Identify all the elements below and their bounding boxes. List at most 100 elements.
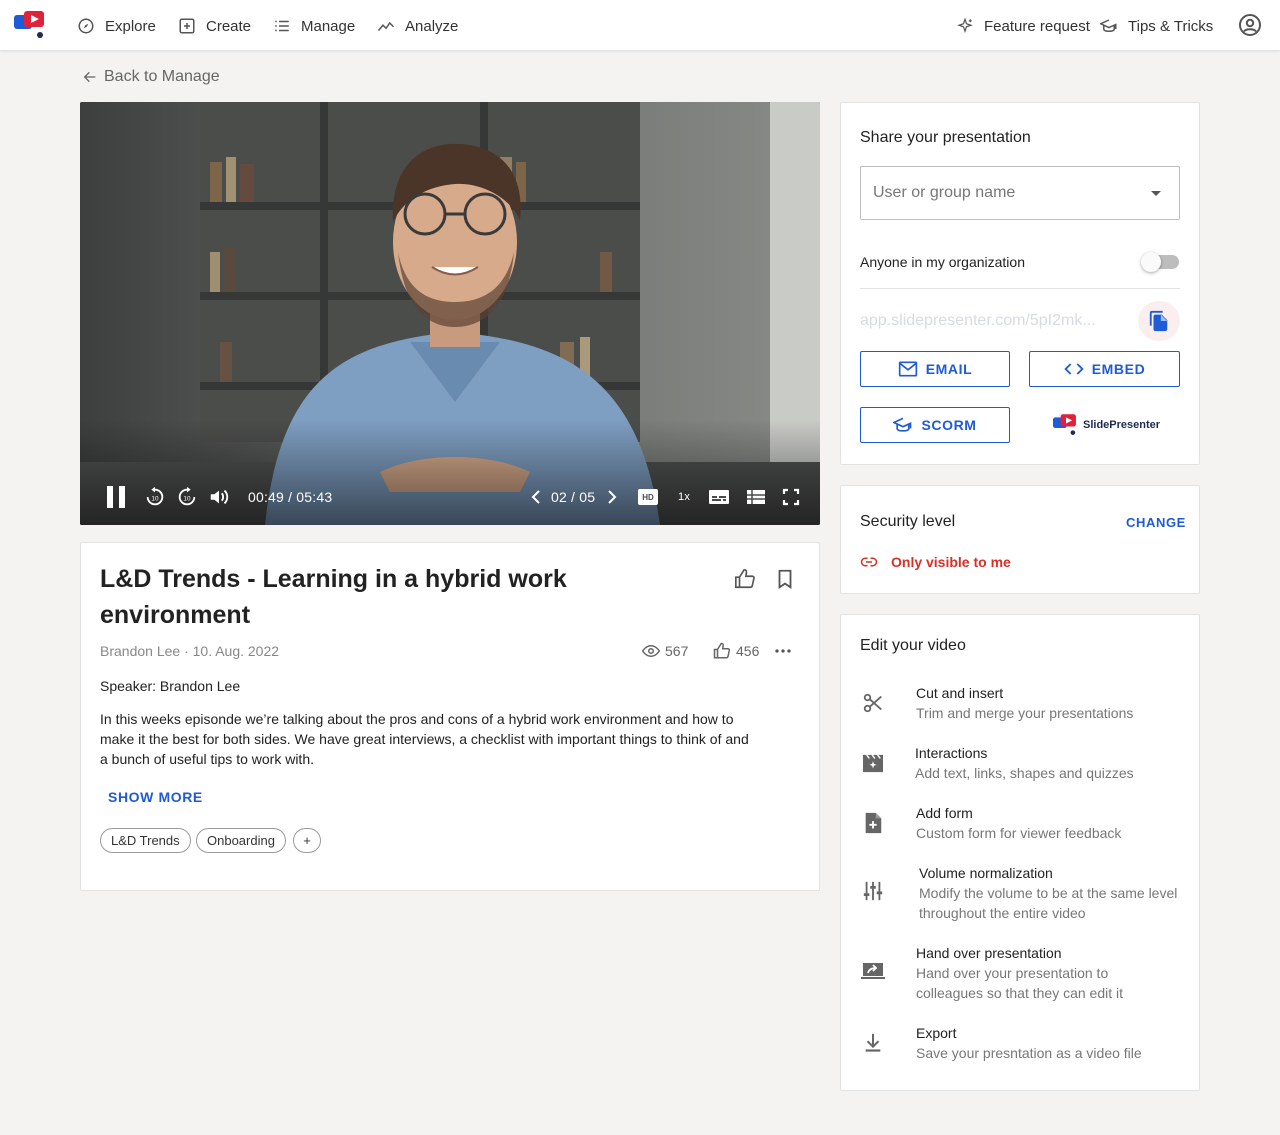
video-player[interactable]: 10 10 00:49 / 05:43 02 / 05 HD 1x (80, 102, 820, 525)
share-link[interactable]: app.slidepresenter.com/5pI2mk... (860, 312, 1110, 330)
compass-icon (78, 18, 94, 34)
nav-feature-request[interactable]: Feature request (956, 15, 1090, 37)
chapters-button[interactable] (746, 488, 766, 506)
hd-label: HD (642, 492, 654, 502)
nav-tips-label: Tips & Tricks (1128, 17, 1214, 35)
bookmark-button[interactable] (773, 567, 797, 591)
copy-link-button[interactable] (1138, 301, 1180, 341)
volume-button[interactable] (208, 486, 230, 508)
edit-item-title: Add form (916, 805, 973, 821)
org-access-toggle[interactable] (1141, 252, 1179, 272)
nav-tips[interactable]: Tips & Tricks (1100, 15, 1213, 37)
dropdown-caret-icon (1151, 191, 1161, 196)
more-icon (775, 649, 791, 653)
change-security-button[interactable]: CHANGE (1126, 515, 1186, 530)
code-icon (1064, 363, 1084, 375)
previous-slide-button[interactable] (528, 488, 544, 506)
slidepresenter-brand: SlidePresenter (1053, 413, 1160, 437)
more-options-button[interactable] (773, 641, 793, 661)
back-link-label: Back to Manage (104, 68, 220, 85)
show-more-button[interactable]: SHOW MORE (108, 789, 203, 805)
hd-icon: HD (638, 489, 658, 505)
handover-icon (861, 959, 885, 983)
slidepresenter-logo-icon (1053, 414, 1076, 435)
nav-create-label: Create (206, 17, 252, 35)
fullscreen-button[interactable] (782, 488, 800, 506)
security-card: Security level CHANGE Only visible to me (840, 485, 1200, 594)
nav-explore[interactable]: Explore (77, 15, 156, 37)
edit-item-hand-over[interactable]: Hand over presentation Hand over your pr… (841, 943, 1199, 1011)
scissors-icon (861, 691, 885, 715)
account-circle-icon[interactable] (1238, 13, 1262, 37)
author-date: Brandon Lee · 10. Aug. 2022 (100, 643, 280, 659)
forward-10-icon: 10 (178, 486, 196, 506)
presentation-info-card: L&D Trends - Learning in a hybrid work e… (80, 542, 820, 891)
share-card: Share your presentation User or group na… (840, 102, 1200, 465)
svg-text:10: 10 (151, 496, 159, 503)
clapperboard-icon (861, 751, 885, 775)
security-heading: Security level (860, 513, 956, 530)
playback-speed[interactable]: 1x (678, 491, 690, 503)
scorm-icon (893, 417, 912, 432)
top-navigation-bar: Explore Create Manage Analyze Feature re… (0, 0, 1280, 51)
file-plus-icon (861, 811, 885, 835)
view-count: 567 (642, 642, 688, 660)
edit-item-export[interactable]: Export Save your presntation as a video … (841, 1023, 1199, 1071)
edit-item-interactions[interactable]: Interactions Add text, links, shapes and… (841, 743, 1199, 791)
edit-item-add-form[interactable]: Add form Custom form for viewer feedback (841, 803, 1199, 851)
edit-item-cut-insert[interactable]: Cut and insert Trim and merge your prese… (841, 683, 1199, 731)
presentation-title: L&D Trends - Learning in a hybrid work e… (100, 565, 567, 629)
presentation-description: In this weeks episonde we’re talking abo… (100, 711, 749, 767)
edit-item-title: Export (916, 1025, 957, 1041)
email-label: EMAIL (925, 361, 973, 377)
download-icon (861, 1031, 885, 1055)
rewind-10-button[interactable]: 10 (144, 486, 166, 508)
view-count-value: 567 (665, 643, 689, 659)
edit-item-volume-normalization[interactable]: Volume normalization Modify the volume t… (841, 863, 1199, 931)
tag-chip[interactable]: Onboarding (196, 828, 286, 853)
edit-item-title: Volume normalization (919, 865, 1053, 881)
nav-create[interactable]: Create (178, 15, 251, 37)
copy-icon (1149, 310, 1168, 332)
user-group-select[interactable]: User or group name (860, 166, 1180, 220)
edit-item-subtitle: Add text, links, shapes and quizzes (915, 765, 1134, 781)
svg-text:10: 10 (183, 496, 191, 503)
thumb-up-icon (713, 642, 731, 659)
edit-item-subtitle: Trim and merge your presentations (916, 705, 1134, 721)
embed-button[interactable]: EMBED (1029, 351, 1180, 387)
graduation-cap-icon (1100, 19, 1117, 33)
plus-box-icon (179, 18, 195, 34)
nav-feature-request-label: Feature request (984, 17, 1090, 35)
nav-manage[interactable]: Manage (273, 15, 355, 37)
nav-explore-label: Explore (105, 17, 156, 35)
trending-icon (377, 21, 395, 31)
edit-video-card: Edit your video Cut and insert Trim and … (840, 614, 1200, 1091)
subtitles-button[interactable] (708, 488, 730, 506)
pause-button[interactable] (104, 485, 128, 509)
nav-manage-label: Manage (301, 17, 356, 35)
nav-analyze[interactable]: Analyze (377, 15, 458, 37)
edit-item-title: Cut and insert (916, 685, 1004, 701)
sliders-icon (861, 879, 885, 903)
back-to-manage-link[interactable]: Back to Manage (82, 68, 220, 86)
mail-icon (898, 361, 917, 377)
eye-icon (642, 644, 660, 658)
next-slide-button[interactable] (604, 488, 620, 506)
subtitles-icon (709, 490, 729, 504)
edit-item-subtitle: Custom form for viewer feedback (916, 825, 1122, 841)
edit-item-subtitle: Hand over your presentation to colleague… (916, 965, 1124, 1001)
volume-icon (210, 489, 229, 505)
divider (860, 288, 1180, 289)
like-count-value: 456 (736, 643, 760, 659)
tag-chip[interactable]: L&D Trends (100, 828, 191, 853)
app-logo-icon[interactable] (14, 10, 48, 40)
like-button[interactable] (733, 567, 757, 591)
add-tag-button[interactable]: + (293, 828, 321, 853)
email-button[interactable]: EMAIL (860, 351, 1010, 387)
scorm-label: SCORM (921, 417, 977, 433)
share-heading: Share your presentation (860, 129, 1031, 146)
forward-10-button[interactable]: 10 (176, 486, 198, 508)
edit-item-subtitle: Modify the volume to be at the same leve… (919, 885, 1178, 921)
hd-quality-button[interactable]: HD (638, 488, 658, 506)
scorm-button[interactable]: SCORM (860, 407, 1010, 443)
